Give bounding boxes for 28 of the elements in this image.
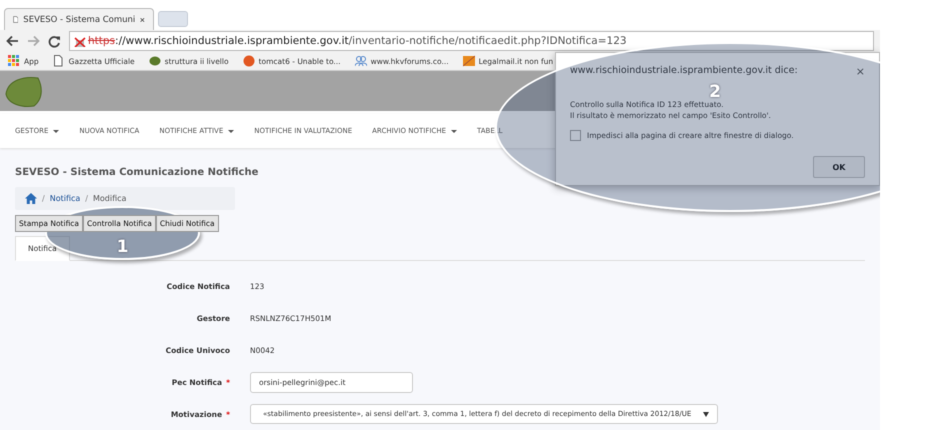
breadcrumb-item[interactable]: Notifica (50, 194, 80, 203)
annotation-number: 2 (709, 84, 721, 101)
ok-button[interactable]: OK (813, 156, 865, 178)
page-icon (52, 55, 65, 67)
reload-icon[interactable] (48, 34, 61, 48)
close-icon[interactable] (140, 16, 145, 24)
page-icon (13, 14, 18, 25)
url-protocol: https (88, 35, 116, 47)
back-icon[interactable] (6, 35, 19, 47)
close-button[interactable]: × (856, 65, 865, 78)
circle-logo-icon (242, 55, 255, 67)
address-bar[interactable]: https://www.rischioindustriale.isprambiente.gov.it/inventario-notifiche/notificaedit.php?IDNotifica=123 (69, 31, 874, 51)
leaf-icon (148, 55, 161, 67)
url-path: /inventario-notifiche/notificaedit.php?IDNotifica=123 (348, 35, 627, 47)
envelope-icon (462, 55, 475, 67)
breadcrumb-item: Modifica (92, 194, 126, 203)
apps-grid-icon (8, 55, 20, 67)
url-host: ://www.rischioindustriale.isprambiente.gov.it (115, 35, 349, 47)
breadcrumb-separator: / (42, 194, 45, 203)
page-title: SEVESO - Sistema Comunicazione Notifiche (15, 167, 258, 178)
browser-tab[interactable]: SEVESO - Sistema Comuni (4, 8, 154, 30)
annotation-number: 1 (116, 239, 128, 256)
people-icon (354, 55, 367, 67)
leaf-logo-icon (4, 74, 44, 108)
breadcrumb-separator: / (85, 194, 88, 203)
dialog-title: www.rischioindustriale.isprambiente.gov.it dice: (570, 65, 798, 78)
checkbox[interactable] (570, 130, 581, 141)
home-icon (25, 193, 37, 204)
